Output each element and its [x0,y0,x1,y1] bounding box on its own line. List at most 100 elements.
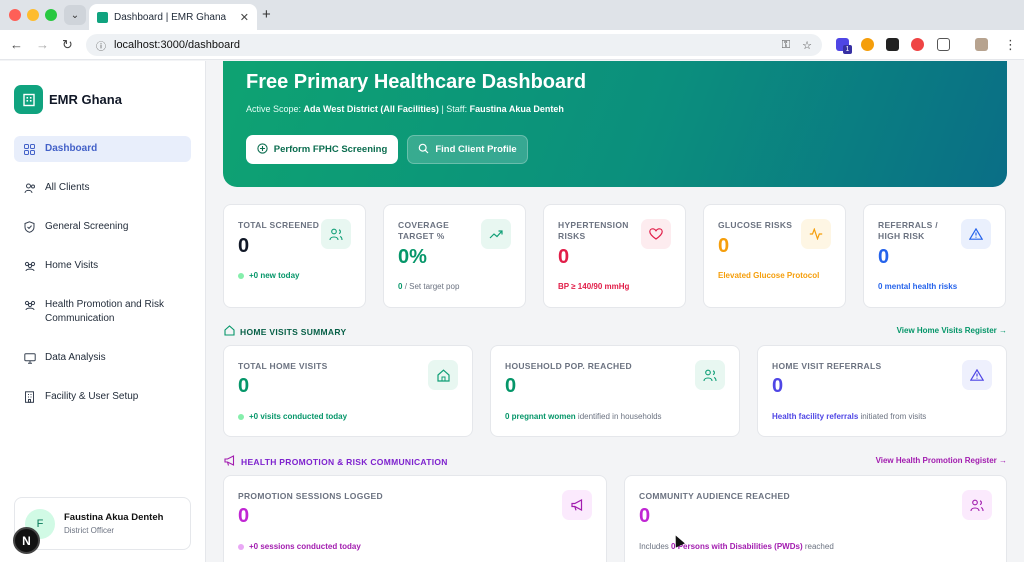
card-total-home-visits[interactable]: TOTAL HOME VISITS 0 +0 visits conducted … [223,345,473,437]
page-title: Free Primary Healthcare Dashboard [246,71,587,93]
brand-name: EMR Ghana [49,92,122,107]
staff-label: | Staff: [441,104,468,114]
card-value: 0 [238,375,250,397]
extension-badge: 1 [843,45,852,54]
card-foot-strong: Health facility referrals [772,412,859,421]
card-community-audience-reached[interactable]: COMMUNITY AUDIENCE REACHED 0 Includes 0 … [624,475,1007,562]
extension-icon[interactable] [886,38,899,51]
card-value: 0 [505,375,517,397]
puzzle-icon[interactable] [937,38,950,51]
card-foot-text: +0 visits conducted today [249,412,348,421]
stat-card-glucose-risks[interactable]: GLUCOSE RISKS 0 Elevated Glucose Protoco… [703,204,846,308]
stat-card-referrals-high-risk[interactable]: REFERRALS / HIGH RISK 0 0 mental health … [863,204,1006,308]
stat-label: REFERRALS / HIGH RISK [878,220,938,241]
users-icon [23,298,36,312]
profile-avatar-icon[interactable] [975,38,988,51]
stat-label: TOTAL SCREENED [238,220,320,230]
stat-card-hypertension-risks[interactable]: HYPERTENSION RISKS 0 BP ≥ 140/90 mmHg [543,204,686,308]
stat-card-coverage-target[interactable]: COVERAGE TARGET % 0% 0 / Set target pop [383,204,526,308]
card-foot-strong: 0 pregnant women [505,412,576,421]
stat-foot: BP ≥ 140/90 mmHg [558,282,630,291]
status-dot [238,272,244,279]
browser-toolbar: ← → ↻ ⓘ localhost:3000/dashboard ⚿ ☆ 1 ⋮ [0,30,1024,60]
main-content: Free Primary Healthcare Dashboard Active… [207,61,1024,562]
sidebar-item-dashboard[interactable]: Dashboard [14,136,191,162]
users-icon [695,360,725,390]
url-text: localhost:3000/dashboard [114,39,240,51]
sidebar-item-general-screening[interactable]: General Screening [14,214,191,240]
tab-search-icon[interactable]: ⌄ [64,5,86,25]
password-key-icon[interactable]: ⚿ [782,39,790,52]
status-dot [238,413,244,420]
view-home-visits-register-link[interactable]: View Home Visits Register → [897,326,1007,335]
card-household-pop-reached[interactable]: HOUSEHOLD POP. REACHED 0 0 pregnant wome… [490,345,740,437]
megaphone-icon [562,490,592,520]
card-home-visit-referrals[interactable]: HOME VISIT REFERRALS 0 Health facility r… [757,345,1007,437]
find-client-profile-button[interactable]: Find Client Profile [407,135,528,164]
users-icon [23,259,36,273]
stat-foot-text: +0 new today [249,271,300,280]
stat-foot-value: 0 [398,282,403,291]
reload-icon[interactable]: ↻ [62,37,73,53]
forward-icon[interactable]: → [36,37,49,52]
address-bar[interactable]: ⓘ localhost:3000/dashboard ⚿ ☆ [86,34,822,56]
favicon-icon [97,11,108,23]
sidebar-item-data-analysis[interactable]: Data Analysis [14,345,191,371]
tab-title: Dashboard | EMR Ghana [114,11,227,23]
activity-icon [801,219,831,249]
stat-foot: +0 new today [238,271,299,280]
building-icon [23,390,36,404]
alert-triangle-icon [961,219,991,249]
card-promotion-sessions-logged[interactable]: PROMOTION SESSIONS LOGGED 0 +0 sessions … [223,475,607,562]
card-foot: +0 sessions conducted today [238,542,361,551]
home-visits-section-title: HOME VISITS SUMMARY [224,325,346,338]
sidebar-item-label: Health Promotion and Risk Communication [45,299,164,324]
minimize-window-button[interactable] [27,9,39,21]
site-info-icon[interactable]: ⓘ [96,38,106,53]
nextjs-dev-badge[interactable]: N [13,527,40,554]
stat-card-total-screened[interactable]: TOTAL SCREENED 0 +0 new today [223,204,366,308]
sidebar-item-health-promotion[interactable]: Health Promotion and Risk Communication [14,292,191,332]
status-dot [238,543,244,550]
card-foot-text: reached [804,542,834,551]
card-foot-text: +0 sessions conducted today [249,542,361,551]
perform-fphc-screening-button[interactable]: Perform FPHC Screening [246,135,398,164]
card-foot: +0 visits conducted today [238,412,347,421]
stat-foot-text: / Set target pop [404,282,460,291]
extension-icon[interactable] [911,38,924,51]
maximize-window-button[interactable] [45,9,57,21]
sidebar-item-facility-setup[interactable]: Facility & User Setup [14,384,191,410]
back-icon[interactable]: ← [10,37,23,52]
close-window-button[interactable] [9,9,21,21]
stat-label: GLUCOSE RISKS [718,220,793,230]
new-tab-button[interactable]: + [262,6,271,23]
heart-icon [641,219,671,249]
sidebar: EMR Ghana Dashboard All Clients General … [0,61,206,562]
stat-value: 0 [558,246,570,268]
button-label: Perform FPHC Screening [273,144,388,155]
scope-value: Ada West District (All Facilities) [303,104,439,114]
card-foot: Includes 0 Persons with Disabilities (PW… [639,542,834,551]
sidebar-item-home-visits[interactable]: Home Visits [14,253,191,279]
sidebar-item-label: Facility & User Setup [45,391,139,402]
staff-value: Faustina Akua Denteh [469,104,564,114]
stat-label: HYPERTENSION RISKS [558,220,629,241]
section-title-text: HEALTH PROMOTION & RISK COMMUNICATION [241,456,448,467]
card-value: 0 [639,505,651,527]
user-profile-card[interactable]: F Faustina Akua Denteh District Officer [14,497,191,550]
search-icon [418,143,429,157]
menu-dots-icon[interactable]: ⋮ [1004,37,1017,53]
card-label: HOME VISIT REFERRALS [772,361,882,371]
users-icon [962,490,992,520]
browser-tab[interactable]: Dashboard | EMR Ghana ✕ [89,4,257,30]
sidebar-item-all-clients[interactable]: All Clients [14,175,191,201]
extension-icon[interactable] [861,38,874,51]
bookmark-star-icon[interactable]: ☆ [802,39,812,52]
card-label: TOTAL HOME VISITS [238,361,328,371]
active-scope: Active Scope: Ada West District (All Fac… [246,104,564,114]
view-health-promotion-register-link[interactable]: View Health Promotion Register → [876,456,1007,465]
close-tab-icon[interactable]: ✕ [240,11,249,24]
sidebar-item-label: Home Visits [45,260,99,271]
trending-up-icon [481,219,511,249]
brand[interactable]: EMR Ghana [14,85,122,114]
